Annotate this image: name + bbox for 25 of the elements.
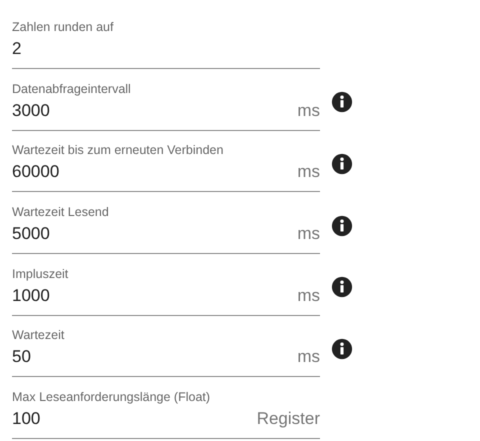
input-field[interactable]: 5000 <box>12 221 298 248</box>
info-icon[interactable] <box>331 214 353 237</box>
field-label: Wartezeit bis zum erneuten Verbinden <box>12 142 224 160</box>
field-label: Wartezeit Lesend <box>12 204 110 222</box>
field-label: Zahlen runden auf <box>12 19 114 36</box>
input-field[interactable]: 1000 <box>12 282 298 309</box>
unit-label: ms <box>297 100 320 121</box>
input-field[interactable]: 50 <box>12 344 298 370</box>
unit-label: ms <box>297 224 320 244</box>
input-field[interactable]: 60000 <box>12 159 298 186</box>
input-field[interactable]: 2 <box>12 36 320 62</box>
unit-label: ms <box>297 347 320 368</box>
field-label: Wartezeit <box>12 327 66 344</box>
unit-label: ms <box>297 162 320 182</box>
info-icon[interactable] <box>331 338 353 360</box>
unit-label: Register <box>256 408 320 429</box>
info-icon[interactable] <box>331 276 353 298</box>
info-icon[interactable] <box>331 91 353 114</box>
field-label: Max Leseanforderungslänge (Float) <box>12 388 212 406</box>
unit-label: ms <box>297 286 320 306</box>
input-field[interactable]: 100 <box>12 406 257 432</box>
field-label: Datenabfrageintervall <box>12 80 132 98</box>
field-label: Impluszeit <box>12 266 70 283</box>
input-field[interactable]: 3000 <box>12 98 298 124</box>
info-icon[interactable] <box>331 152 353 175</box>
